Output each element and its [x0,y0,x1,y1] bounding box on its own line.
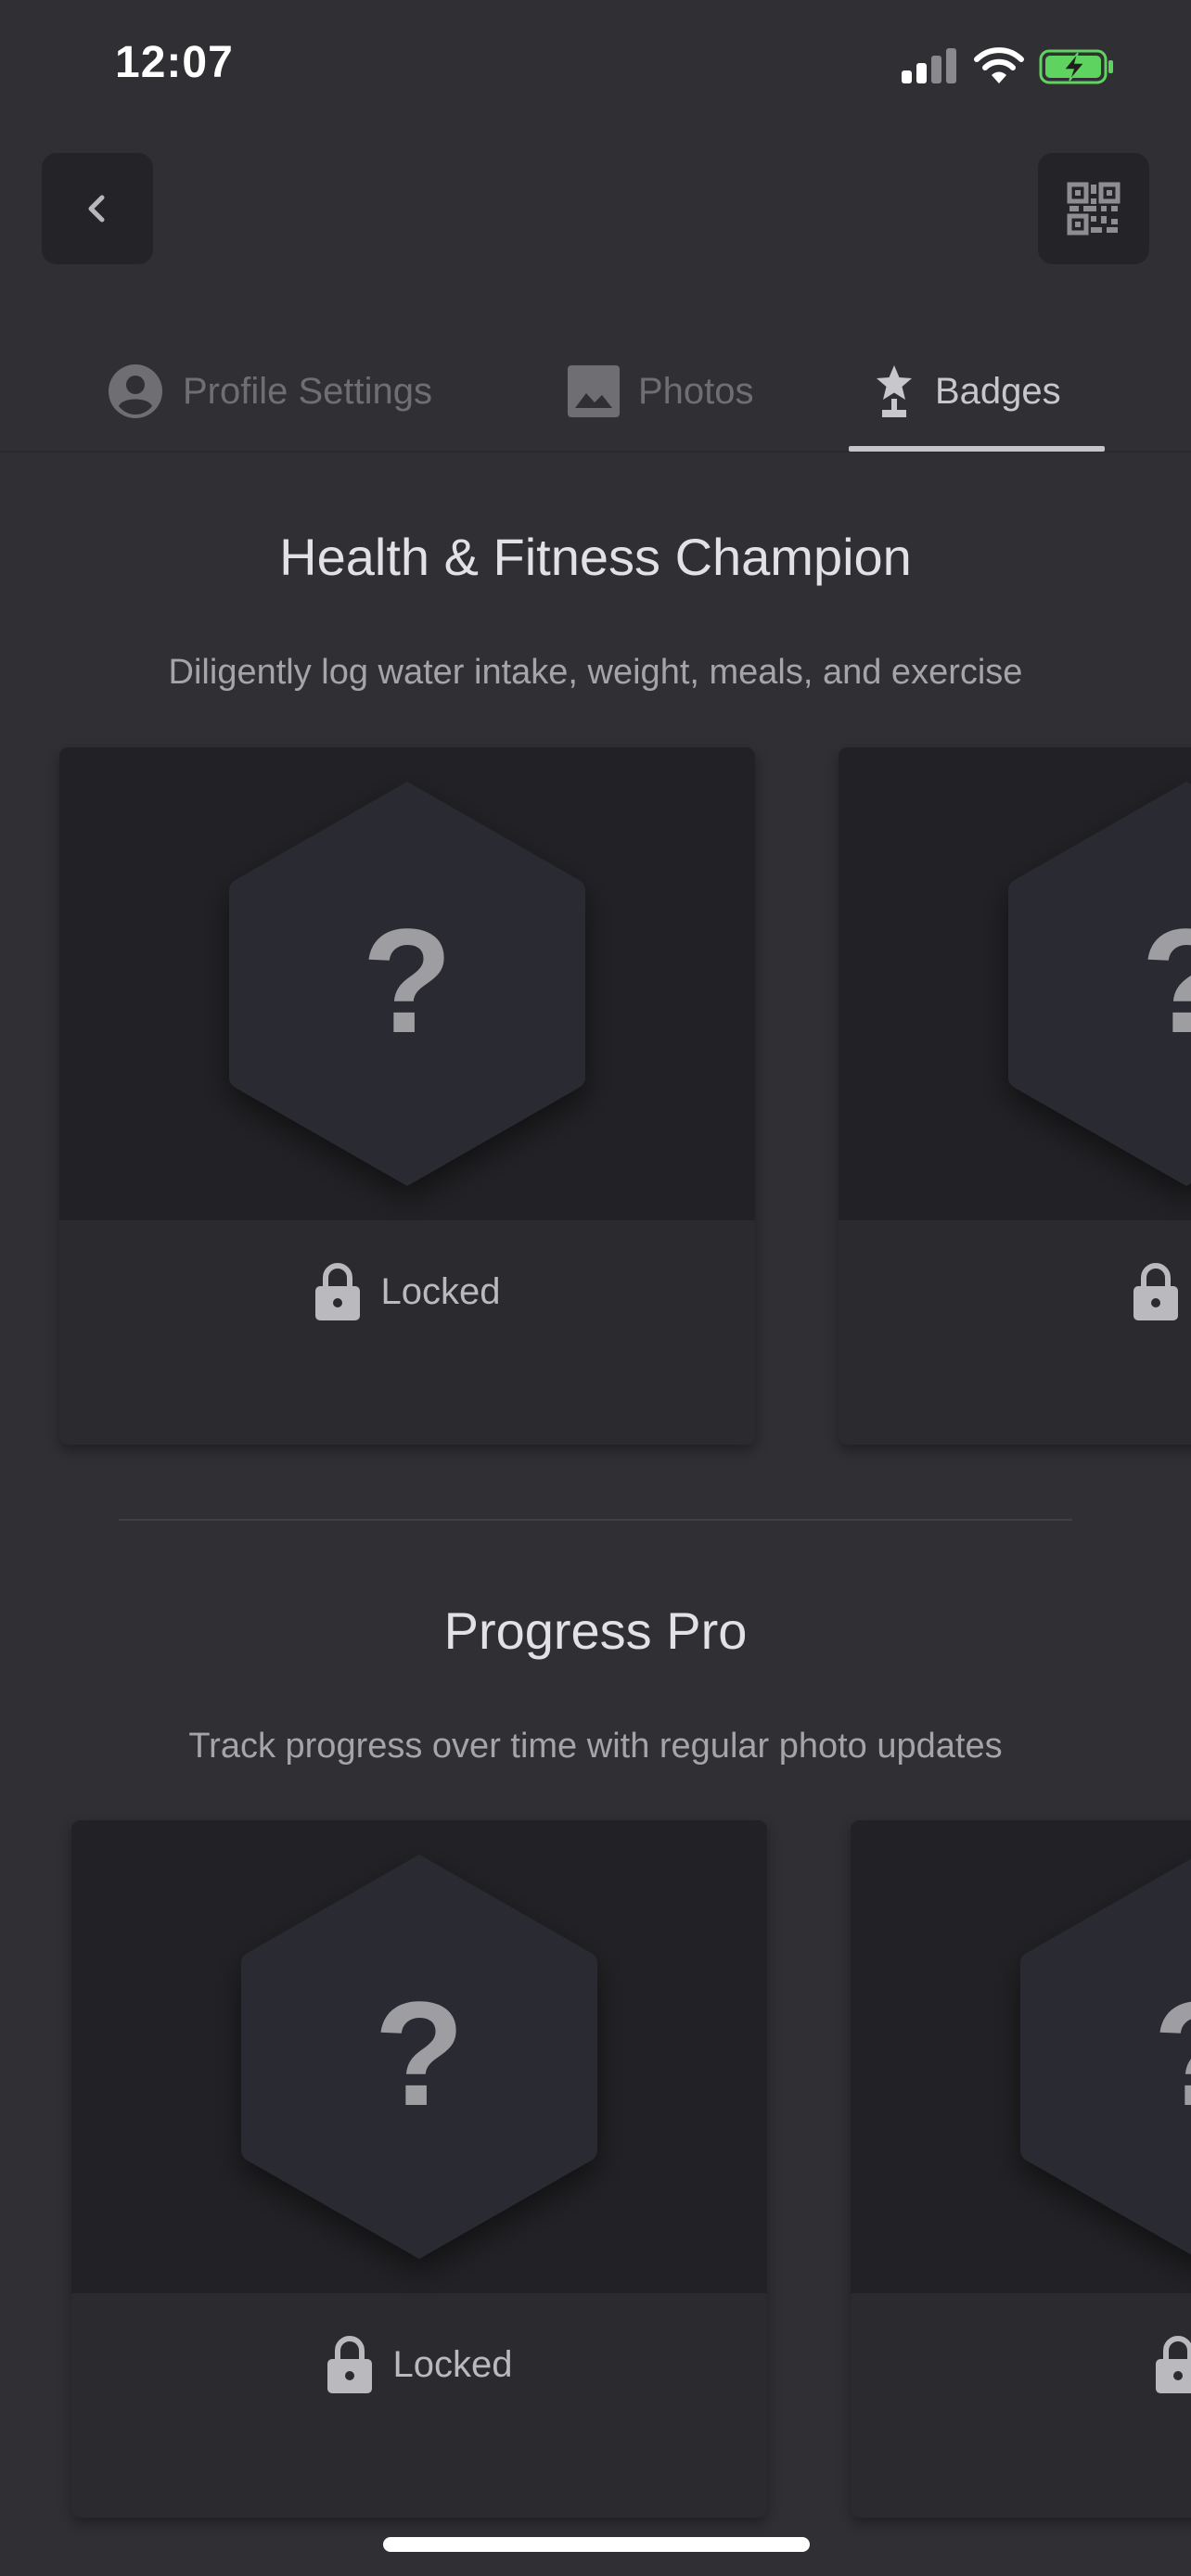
tab-label: Photos [638,370,754,412]
badge-card[interactable]: ? Lo [839,747,1191,1445]
signal-icon [902,48,956,83]
badge-art: ? [59,747,755,1220]
badge-card[interactable]: ? Locked [71,1820,767,2518]
locked-status: L [851,2335,1191,2394]
section-title: Progress Pro [443,1601,748,1660]
section-divider [119,1519,1072,1521]
hexagon-badge-icon: ? [241,1855,597,2259]
tab-photos[interactable]: Photos [568,362,754,421]
chevron-left-icon [88,195,105,223]
badges-screen: 12:07 Profile Settings Photos Badges Hea… [0,0,1191,2576]
home-indicator[interactable] [383,2537,810,2552]
lock-icon [1133,1263,1178,1320]
hexagon-badge-icon: ? [1020,1858,1191,2255]
locked-label: Locked [392,2343,513,2385]
lock-icon [1155,2336,1191,2393]
badge-art: ? [839,747,1191,1220]
tab-label: Profile Settings [183,370,433,412]
wifi-icon [974,47,1024,83]
question-mark: ? [362,898,453,1064]
badge-footer: Lo [839,1220,1191,1445]
tab-selected-indicator [849,446,1105,452]
badge-footer: Locked [71,2293,767,2518]
question-mark: ? [1153,1970,1191,2136]
lock-icon [327,2336,372,2393]
question-mark: ? [374,1970,465,2136]
locked-status: Locked [59,1262,755,1321]
badge-card[interactable]: ? L [851,1820,1191,2518]
status-time: 12:07 [115,38,234,87]
locked-status: Locked [71,2335,767,2394]
badge-card[interactable]: ? Locked [59,747,755,1445]
badge-art: ? [851,1820,1191,2293]
tab-bar: Profile Settings Photos Badges [0,343,1191,453]
badge-art: ? [71,1820,767,2293]
section-title: Health & Fitness Champion [279,528,912,586]
tab-profile-settings[interactable]: Profile Settings [107,362,432,421]
lock-icon [314,1263,360,1320]
question-mark: ? [1141,898,1191,1064]
locked-status: Lo [839,1262,1191,1321]
hexagon-badge-icon: ? [229,782,585,1186]
locked-label: Locked [380,1270,501,1312]
hexagon-badge-icon: ? [1008,782,1191,1186]
section-description: Track progress over time with regular ph… [188,1727,1003,1766]
trophy-star-icon [877,365,912,417]
badge-footer: L [851,2293,1191,2518]
image-icon [568,365,620,417]
account-circle-icon [109,364,162,418]
section-description: Diligently log water intake, weight, mea… [168,653,1023,692]
badge-footer: Locked [59,1220,755,1445]
back-button[interactable] [42,153,153,264]
qr-code-icon [1067,182,1121,236]
tab-badges[interactable]: Badges [872,362,1061,421]
battery-charging-icon [1039,49,1113,84]
tab-label: Badges [935,370,1061,412]
qr-code-button[interactable] [1038,153,1149,264]
